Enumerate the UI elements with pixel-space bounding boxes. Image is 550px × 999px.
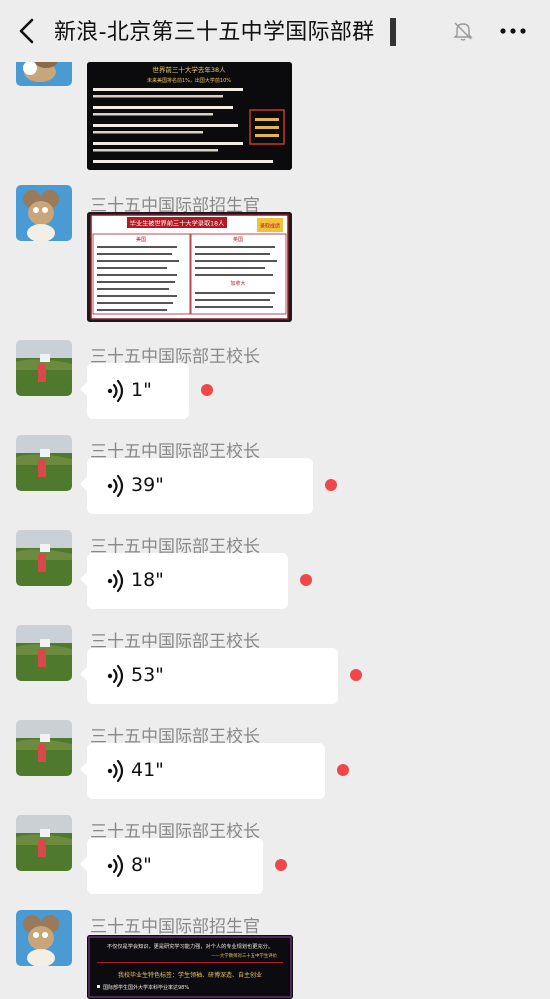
chat-message: 三十五中国际部王校长 8" <box>0 815 550 895</box>
voice-message-bubble[interactable]: 53" <box>80 648 338 704</box>
chat-message: 三十五中国际部王校长 53" <box>0 625 550 705</box>
mouse-cartoon-avatar[interactable] <box>16 910 72 966</box>
voice-message-bubble[interactable]: 39" <box>80 458 313 514</box>
field-landscape-avatar[interactable] <box>16 815 72 871</box>
chat-title: 新浪-北京第三十五中学国际部群 <box>54 20 375 45</box>
field-landscape-avatar[interactable] <box>16 530 72 586</box>
bell-off-icon <box>453 22 473 41</box>
voice-duration: 39" <box>131 474 164 496</box>
voice-wave-icon <box>107 569 124 593</box>
title-overflow-mask <box>390 18 440 46</box>
field-landscape-avatar[interactable] <box>16 720 72 776</box>
unread-dot <box>350 669 362 681</box>
chat-message: 三十五中国际部王校长 39" <box>0 435 550 515</box>
field-landscape-avatar[interactable] <box>16 625 72 681</box>
image-line2: 未来美国排名前1%，出国大学前10% <box>147 77 231 84</box>
voice-wave-icon <box>107 759 124 783</box>
voice-duration: 41" <box>131 759 164 781</box>
image-headline: 世界前三十大学去年38人 <box>152 65 226 74</box>
voice-duration: 18" <box>131 569 164 591</box>
chat-message: 三十五中国际部王校长 1" <box>0 340 550 420</box>
image-subhead: 我校毕业生特色标签：学生领袖、研博深造、自主创业 <box>118 971 262 979</box>
image-quote-source: ——大学教师对三十五中学生评价 <box>211 952 277 959</box>
image-badge: 录取成绩 <box>260 223 280 230</box>
image-bullet: 国际部学生国外大学本科毕业率达98% <box>103 984 189 991</box>
image-headline: 毕业生被世界前三十大学录取18人 <box>130 220 225 228</box>
unread-dot <box>325 479 337 491</box>
chat-image[interactable]: 世界前三十大学去年38人 未来美国排名前1%，出国大学前10% <box>87 62 292 170</box>
field-landscape-avatar[interactable] <box>16 340 72 396</box>
chat-message: 三十五中国际部王校长 41" <box>0 720 550 800</box>
chevron-left-icon[interactable] <box>14 16 42 46</box>
voice-wave-icon <box>107 474 124 498</box>
unread-dot <box>300 574 312 586</box>
voice-duration: 53" <box>131 664 164 686</box>
voice-message-bubble[interactable]: 41" <box>80 743 325 799</box>
unread-dot <box>275 859 287 871</box>
chat-message: 三十五中国际部招生官 毕业生被世界前三十大学录取18人 录取成绩 美国 英国 加… <box>0 185 550 325</box>
more-dots-icon[interactable] <box>498 20 528 42</box>
voice-wave-icon <box>107 379 124 403</box>
chat-header: 新浪-北京第三十五中学国际部群 <box>0 0 550 62</box>
field-landscape-avatar[interactable] <box>16 435 72 491</box>
voice-wave-icon <box>107 854 124 878</box>
voice-message-bubble[interactable]: 8" <box>80 838 263 894</box>
voice-message-bubble[interactable]: 18" <box>80 553 288 609</box>
image-col1: 美国 <box>136 236 146 243</box>
chat-message: 三十五中国际部王校长 18" <box>0 530 550 610</box>
image-quote: 不仅仅是学会知识，更是研究学习能力强，对个人的专业规划也更充分。 <box>107 942 273 950</box>
chat-message: 三十五中国际部招生官 不仅仅是学会知识，更是研究学习能力强，对个人的专业规划也更… <box>0 910 550 999</box>
image-col3: 加拿大 <box>230 280 245 287</box>
image-col2: 英国 <box>233 236 243 243</box>
voice-message-bubble[interactable]: 1" <box>80 363 189 419</box>
mouse-cartoon-avatar[interactable] <box>16 185 72 241</box>
chat-image[interactable]: 不仅仅是学会知识，更是研究学习能力强，对个人的专业规划也更充分。 ——大学教师对… <box>87 935 293 999</box>
sender-name: 三十五中国际部招生官 <box>90 917 260 937</box>
voice-duration: 1" <box>131 379 152 401</box>
voice-wave-icon <box>107 664 124 688</box>
voice-duration: 8" <box>131 854 152 876</box>
unread-dot <box>201 384 213 396</box>
unread-dot <box>337 764 349 776</box>
chat-image[interactable]: 毕业生被世界前三十大学录取18人 录取成绩 美国 英国 加拿大 <box>87 212 292 322</box>
